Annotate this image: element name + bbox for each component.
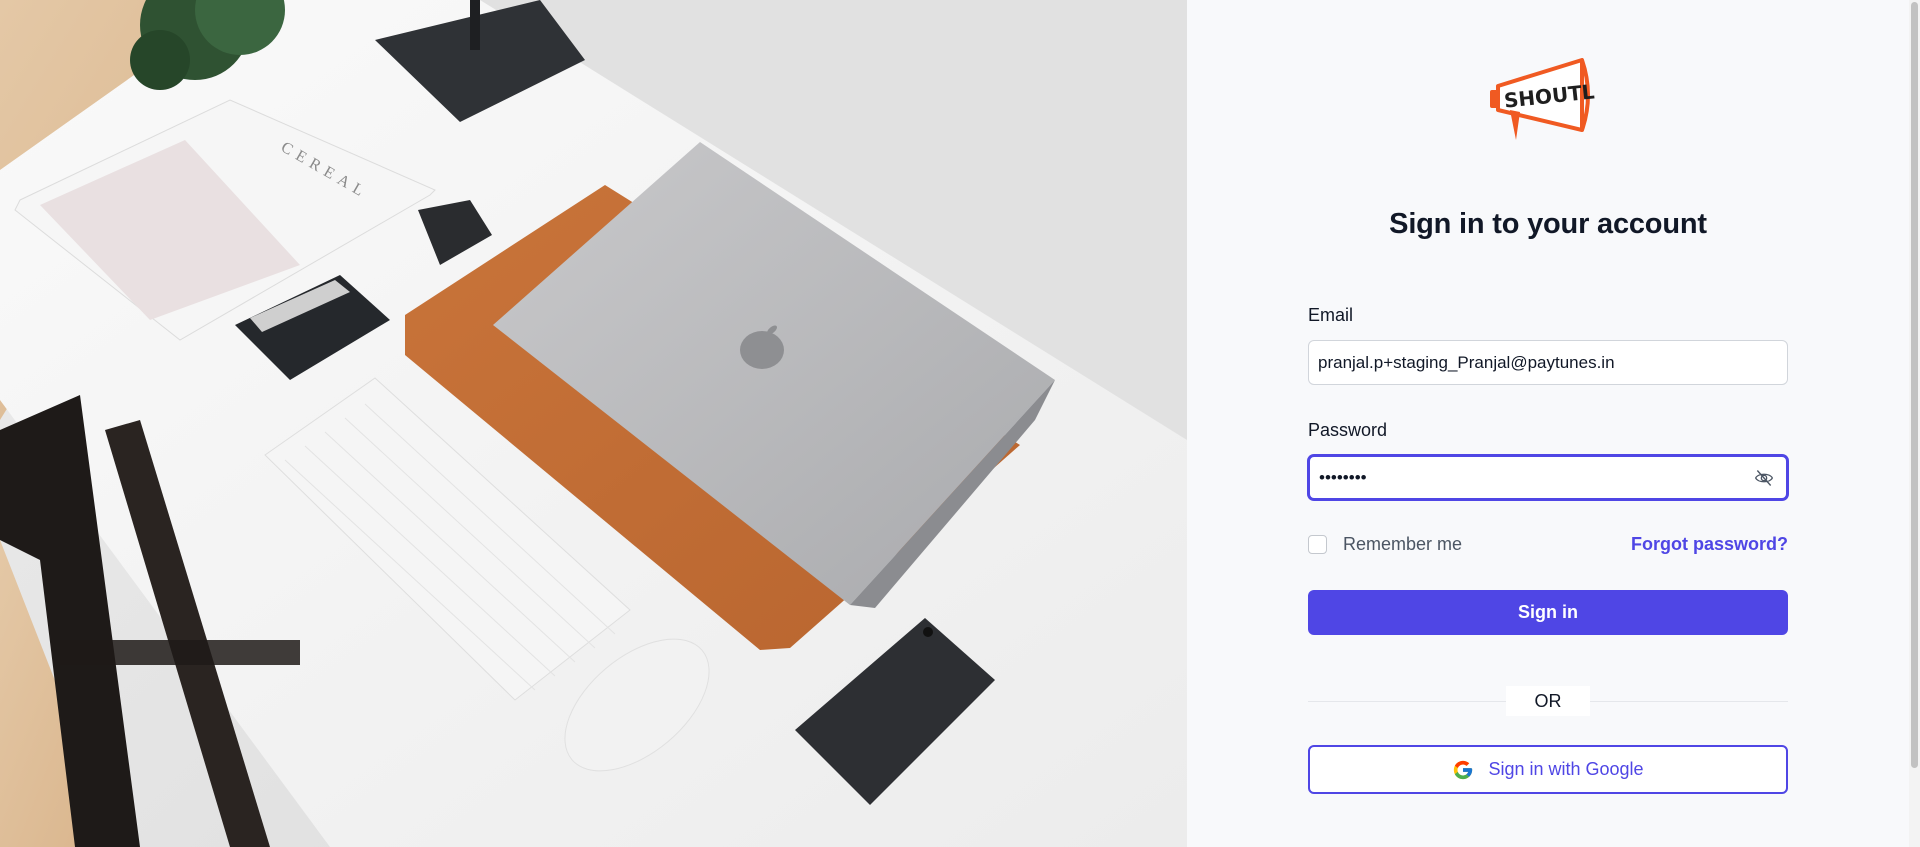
email-label: Email bbox=[1308, 305, 1354, 325]
google-signin-label: Sign in with Google bbox=[1488, 759, 1644, 779]
google-icon bbox=[1454, 760, 1473, 779]
forgot-password-link[interactable]: Forgot password? bbox=[1631, 534, 1788, 555]
password-input[interactable] bbox=[1310, 457, 1786, 498]
shoutl-logo: SHOUTL bbox=[1490, 58, 1602, 142]
email-field-wrapper bbox=[1308, 340, 1788, 385]
or-label: OR bbox=[1506, 686, 1590, 716]
password-label: Password bbox=[1308, 420, 1388, 440]
remember-checkbox[interactable] bbox=[1308, 535, 1327, 554]
desk-illustration: CEREAL bbox=[0, 0, 1187, 847]
eye-off-icon[interactable] bbox=[1754, 468, 1774, 488]
email-input[interactable] bbox=[1309, 341, 1787, 384]
google-signin-button[interactable]: Sign in with Google bbox=[1308, 745, 1788, 794]
scrollbar-thumb[interactable] bbox=[1911, 2, 1918, 768]
remember-me: Remember me bbox=[1308, 534, 1462, 555]
page-title: Sign in to your account bbox=[1389, 208, 1707, 240]
remember-label: Remember me bbox=[1343, 534, 1463, 554]
hero-photo: CEREAL bbox=[0, 0, 1187, 847]
scrollbar[interactable] bbox=[1909, 0, 1920, 847]
signin-button[interactable]: Sign in bbox=[1308, 590, 1788, 635]
password-field-wrapper bbox=[1308, 455, 1788, 500]
